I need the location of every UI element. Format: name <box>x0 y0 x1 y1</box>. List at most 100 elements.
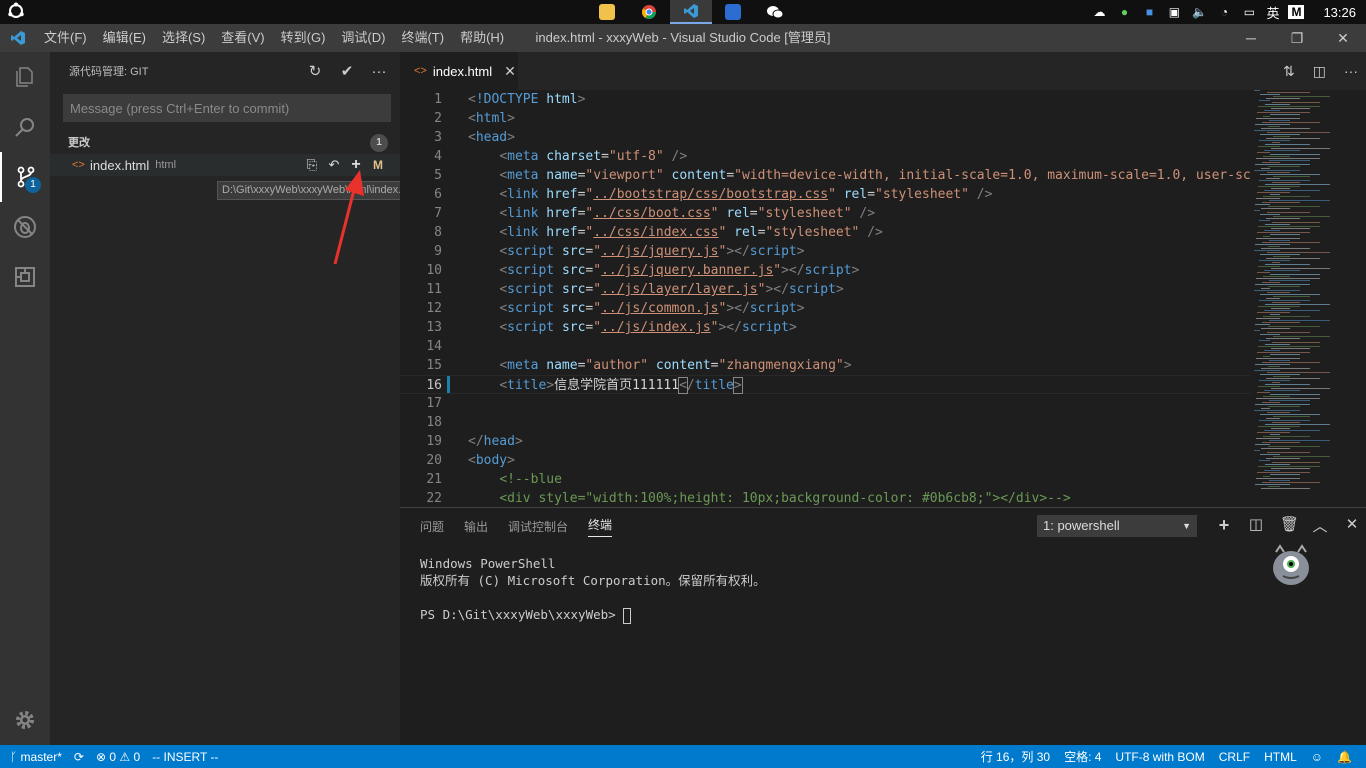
terminal-cursor <box>623 607 632 624</box>
branch-indicator[interactable]: ᚴ master* <box>10 750 62 764</box>
code-line[interactable]: 2 <html> <box>400 109 1250 128</box>
menu-item-5[interactable]: 调试(D) <box>333 24 393 52</box>
line-number: 6 <box>434 187 442 202</box>
code-line[interactable]: 13 <script src="../js/index.js"></script… <box>400 318 1250 337</box>
editor-more-icon[interactable]: ··· <box>1344 63 1358 79</box>
code-line[interactable]: 9 <script src="../js/jquery.js"></script… <box>400 242 1250 261</box>
code-line[interactable]: 15 <meta name="author" content="zhangmen… <box>400 356 1250 375</box>
commit-check-icon[interactable]: ✔ <box>336 62 358 80</box>
line-number: 15 <box>426 358 442 373</box>
menu-item-4[interactable]: 转到(G) <box>273 24 334 52</box>
refresh-icon[interactable]: ↻ <box>304 62 326 80</box>
line-ending[interactable]: CRLF <box>1219 750 1250 764</box>
tab-close-icon[interactable]: ✕ <box>504 63 516 80</box>
sync-icon[interactable]: ⟳ <box>74 750 84 764</box>
battery-icon[interactable]: ▭ <box>1241 4 1257 20</box>
taskbar-word-icon[interactable] <box>712 0 754 24</box>
code-editor[interactable]: 1 <!DOCTYPE html> 2 <html> 3 <head> 4 <meta ch… <box>400 90 1250 507</box>
tray-wechat-icon[interactable]: ● <box>1116 4 1132 20</box>
taskbar-file-explorer-icon[interactable] <box>586 0 628 24</box>
close-panel-icon[interactable]: ✕ <box>1344 515 1360 536</box>
open-file-icon[interactable]: ⎘ <box>304 157 320 173</box>
input-language[interactable]: 英 <box>1266 3 1279 22</box>
ime-icon[interactable]: M <box>1288 5 1305 19</box>
status-bar: ᚴ master* ⟳ ⊗ 0 ⚠ 0 -- INSERT -- 行 16，列 … <box>0 745 1366 768</box>
code-line[interactable]: 19 </head> <box>400 432 1250 451</box>
panel-tab-1[interactable]: 输出 <box>464 518 488 535</box>
code-line[interactable]: 21 <!--blue <box>400 470 1250 489</box>
menu-item-7[interactable]: 帮助(H) <box>452 24 512 52</box>
code-line[interactable]: 8 <link href="../css/index.css" rel="sty… <box>400 223 1250 242</box>
open-changes-icon[interactable]: ⇅ <box>1283 63 1295 80</box>
changed-file-row[interactable]: <> index.html html ⎘ ↶ + M <box>50 154 400 176</box>
feedback-smiley-icon[interactable]: ☺ <box>1311 750 1323 764</box>
cursor-position[interactable]: 行 16，列 30 <box>981 748 1050 765</box>
close-button[interactable]: ✕ <box>1320 24 1366 52</box>
split-editor-icon[interactable]: ◫ <box>1313 63 1326 80</box>
panel-tab-3[interactable]: 终端 <box>588 516 613 537</box>
code-line[interactable]: 10 <script src="../js/jquery.banner.js">… <box>400 261 1250 280</box>
settings-gear-icon[interactable] <box>0 695 50 745</box>
wifi-icon[interactable]: ◔ <box>1216 4 1232 20</box>
code-line[interactable]: 3 <head> <box>400 128 1250 147</box>
debug-icon[interactable] <box>0 202 50 252</box>
line-number: 7 <box>434 206 442 221</box>
notifications-bell-icon[interactable]: 🔔 <box>1337 750 1352 764</box>
tray-display-icon[interactable]: ▣ <box>1166 4 1182 20</box>
menu-item-6[interactable]: 终端(T) <box>393 24 452 52</box>
search-icon[interactable] <box>0 102 50 152</box>
taskbar-wechat-icon[interactable] <box>754 0 796 24</box>
menu-item-3[interactable]: 查看(V) <box>213 24 272 52</box>
encoding[interactable]: UTF-8 with BOM <box>1115 750 1204 764</box>
more-actions-icon[interactable]: ··· <box>368 63 390 80</box>
explorer-icon[interactable] <box>0 52 50 102</box>
indentation[interactable]: 空格: 4 <box>1064 748 1101 765</box>
minimap[interactable] <box>1250 90 1366 507</box>
terminal-select[interactable]: 1: powershell ▼ <box>1037 515 1197 537</box>
menu-item-1[interactable]: 编辑(E) <box>95 24 154 52</box>
code-line[interactable]: 1 <!DOCTYPE html> <box>400 90 1250 109</box>
extensions-icon[interactable] <box>0 252 50 302</box>
commit-message-input[interactable] <box>70 100 384 116</box>
panel-tab-2[interactable]: 调试控制台 <box>508 518 568 535</box>
code-line[interactable]: 20 <body> <box>400 451 1250 470</box>
panel-tab-0[interactable]: 问题 <box>420 518 444 535</box>
menu-item-2[interactable]: 选择(S) <box>154 24 213 52</box>
code-line[interactable]: 6 <link href="../bootstrap/css/bootstrap… <box>400 185 1250 204</box>
menu-item-0[interactable]: 文件(F) <box>36 24 95 52</box>
scm-badge: 1 <box>25 177 41 193</box>
language-mode[interactable]: HTML <box>1264 750 1297 764</box>
code-line[interactable]: 17 <box>400 394 1250 413</box>
source-control-icon[interactable]: 1 <box>0 152 50 202</box>
tray-app-icon[interactable]: ■ <box>1141 4 1157 20</box>
minimize-button[interactable]: ─ <box>1228 24 1274 52</box>
code-line[interactable]: 16 <title>信息学院首页111111</title> <box>400 375 1250 394</box>
discard-changes-icon[interactable]: ↶ <box>326 157 342 173</box>
stage-changes-icon[interactable]: + <box>348 156 364 174</box>
split-terminal-icon[interactable]: ◫ <box>1248 515 1264 536</box>
changes-group-header[interactable]: 更改 1 <box>50 130 400 154</box>
kill-terminal-icon[interactable]: 🗑 <box>1280 515 1299 536</box>
code-line[interactable]: 5 <meta name="viewport" content="width=d… <box>400 166 1250 185</box>
code-line[interactable]: 14 <box>400 337 1250 356</box>
problems-indicator[interactable]: ⊗ 0 ⚠ 0 <box>96 750 140 764</box>
taskbar-vscode-icon[interactable] <box>670 0 712 24</box>
code-line[interactable]: 4 <meta charset="utf-8" /> <box>400 147 1250 166</box>
code-line[interactable]: 11 <script src="../js/layer/layer.js"></… <box>400 280 1250 299</box>
terminal-line: 版权所有 (C) Microsoft Corporation。保留所有权利。 <box>420 573 766 588</box>
taskbar-chrome-icon[interactable] <box>628 0 670 24</box>
ubuntu-start-icon[interactable] <box>6 2 26 22</box>
code-line[interactable]: 22 <div style="width:100%;height: 10px;b… <box>400 489 1250 507</box>
volume-icon[interactable]: 🔈 <box>1191 4 1207 20</box>
new-terminal-icon[interactable]: + <box>1216 515 1232 536</box>
maximize-panel-icon[interactable]: ︿ <box>1312 515 1328 536</box>
code-line[interactable]: 12 <script src="../js/common.js"></scrip… <box>400 299 1250 318</box>
tab-index-html[interactable]: <> index.html ✕ <box>400 52 518 90</box>
terminal-output[interactable]: Windows PowerShell 版权所有 (C) Microsoft Cor… <box>420 555 766 624</box>
code-line[interactable]: 7 <link href="../css/boot.css" rel="styl… <box>400 204 1250 223</box>
cloud-icon[interactable]: ☁ <box>1091 4 1107 20</box>
code-line[interactable]: 18 <box>400 413 1250 432</box>
clock[interactable]: 13:26 <box>1323 5 1356 20</box>
maximize-button[interactable]: ❐ <box>1274 24 1320 52</box>
